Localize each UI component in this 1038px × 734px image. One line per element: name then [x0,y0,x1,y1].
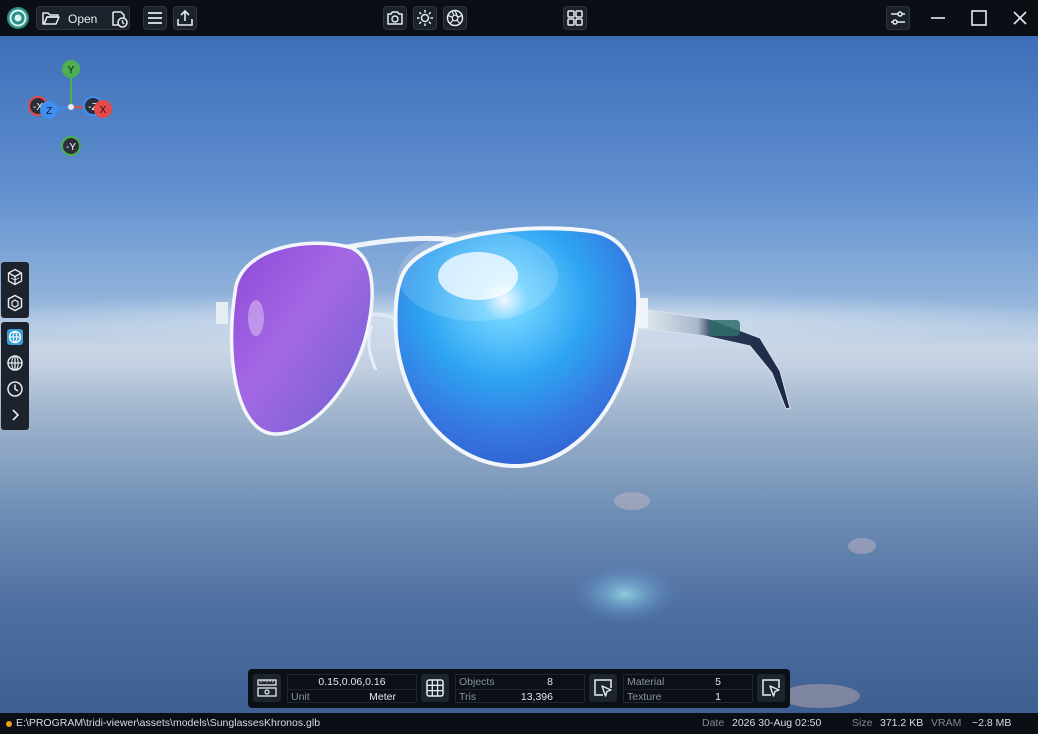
sidebar-item-wireframe[interactable] [1,290,29,316]
3d-viewport[interactable]: -X -Z Y -Y Z X 0.15,0.06,0.16 Unit Meter… [0,36,1038,713]
svg-text:Y: Y [68,65,75,76]
sidebar-item-environment[interactable] [1,324,29,350]
export-button[interactable] [173,6,197,30]
dimensions-button[interactable] [253,674,281,702]
cube-filled-icon [7,268,23,286]
material-label: Material [627,676,665,688]
cube-outline-icon [7,294,23,312]
cursor-select-icon [594,679,612,697]
model-render [0,226,1038,708]
maximize-icon [971,10,987,26]
maximize-button[interactable] [967,6,991,30]
lighting-button[interactable] [413,6,437,30]
tris-value: 13,396 [520,691,553,703]
minimize-button[interactable] [926,6,950,30]
close-icon [1013,11,1027,25]
camera-icon [387,11,403,25]
texture-value: 1 [715,691,721,703]
aperture-icon [446,9,464,27]
sidebar-expand-button[interactable] [1,402,29,428]
grid-globe-icon [7,355,23,371]
sidebar-item-animation[interactable] [1,376,29,402]
close-button[interactable] [1008,6,1032,30]
layout-button[interactable] [563,6,587,30]
date-value: 2026 30-Aug 02:50 [732,717,822,729]
menu-icon [148,12,162,24]
model-stats-panel: 0.15,0.06,0.16 Unit Meter Objects 8 Tris… [248,669,790,708]
render-button[interactable] [443,6,467,30]
tris-label: Tris [459,691,477,703]
folder-open-icon [42,12,60,25]
svg-text:X: X [100,105,107,116]
side-toolbar [1,262,29,434]
grid-toggle-button[interactable] [421,674,449,702]
environment-icon [7,329,23,345]
sun-icon [417,10,433,26]
dimensions-value: 0.15,0.06,0.16 [318,676,386,688]
unit-label: Unit [291,691,310,703]
cursor-select-icon [762,679,780,697]
top-toolbar: Open [0,0,1038,36]
chevron-right-icon [12,409,20,421]
sidebar-item-grid[interactable] [1,350,29,376]
clock-icon [7,381,23,397]
select-objects-button[interactable] [589,674,617,702]
objects-value: 8 [547,676,553,688]
size-label: Size [852,717,873,729]
screenshot-button[interactable] [383,6,407,30]
settings-sliders-icon [891,11,905,25]
gizmo-x[interactable]: X [94,100,112,118]
layout-grid-icon [567,10,583,26]
side-group-scene [1,322,29,430]
gizmo-neg-y[interactable]: -Y [61,136,81,156]
app-logo-icon[interactable] [6,6,30,30]
texture-label: Texture [627,691,662,703]
axis-gizmo[interactable]: -X -Z Y -Y Z X [24,58,124,168]
vram-value: ~2.8 MB [972,717,1012,729]
vram-label: VRAM [931,717,962,729]
gizmo-y[interactable]: Y [62,60,80,78]
menu-button[interactable] [143,6,167,30]
minimize-icon [931,17,945,19]
svg-text:-Y: -Y [66,142,76,153]
open-label: Open [68,12,98,26]
open-button[interactable]: Open [36,6,130,30]
size-value: 371.2 KB [880,717,924,729]
ruler-measure-icon [257,679,277,697]
export-icon [177,9,193,26]
objects-label: Objects [459,676,495,688]
unit-value: Meter [369,691,396,703]
side-group-model [1,262,29,318]
status-indicator [6,721,12,727]
material-value: 5 [715,676,721,688]
recent-files-icon[interactable] [109,9,129,29]
status-bar: E:\PROGRAM\tridi-viewer\assets\models\Su… [0,713,1038,734]
settings-button[interactable] [886,6,910,30]
file-path: E:\PROGRAM\tridi-viewer\assets\models\Su… [16,717,321,729]
sidebar-item-model[interactable] [1,264,29,290]
svg-text:Z: Z [46,106,52,117]
grid-icon [426,679,444,697]
date-label: Date [702,717,725,729]
select-materials-button[interactable] [757,674,785,702]
gizmo-z[interactable]: Z [40,101,58,119]
